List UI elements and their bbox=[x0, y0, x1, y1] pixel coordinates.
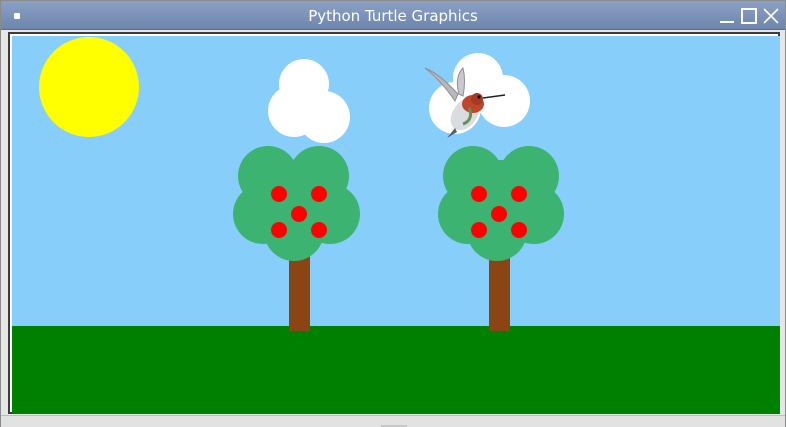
apple bbox=[511, 222, 527, 238]
apple bbox=[471, 186, 487, 202]
apple bbox=[311, 186, 327, 202]
apple bbox=[271, 186, 287, 202]
apple bbox=[291, 206, 307, 222]
maximize-icon[interactable] bbox=[741, 8, 757, 24]
sun bbox=[39, 37, 139, 137]
tree-trunk bbox=[289, 251, 310, 331]
minimize-icon[interactable] bbox=[719, 8, 735, 24]
title-bar[interactable]: Python Turtle Graphics bbox=[1, 1, 785, 30]
close-icon[interactable] bbox=[763, 8, 779, 24]
window-title: Python Turtle Graphics bbox=[308, 7, 478, 25]
scene-drawing bbox=[12, 36, 780, 414]
status-strip bbox=[1, 415, 785, 427]
apple bbox=[311, 222, 327, 238]
apple bbox=[471, 222, 487, 238]
tree-trunk bbox=[489, 251, 510, 331]
ground bbox=[12, 326, 780, 414]
apple bbox=[491, 206, 507, 222]
apple bbox=[511, 186, 527, 202]
canvas-frame bbox=[8, 32, 780, 414]
turtle-canvas[interactable] bbox=[12, 36, 780, 414]
apple bbox=[271, 222, 287, 238]
turtle-window: Python Turtle Graphics bbox=[0, 0, 786, 427]
